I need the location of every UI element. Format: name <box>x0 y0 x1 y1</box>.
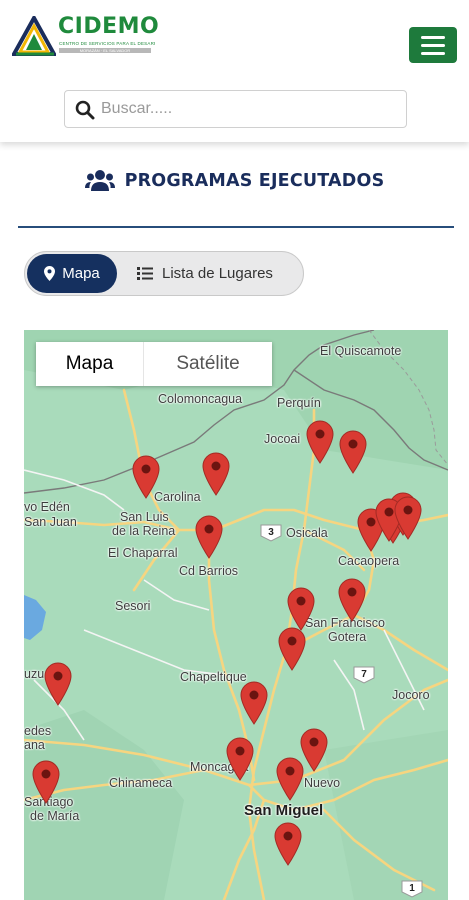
map-type-satellite-button[interactable]: Satélite <box>144 342 272 386</box>
logo-bar: MORAZÁN · EL SALVADOR <box>59 48 151 53</box>
map-label: de la Reina <box>112 524 176 538</box>
cidemo-logo[interactable]: CIDEMO CENTRO DE SERVICIOS PARA EL DESAR… <box>12 14 160 58</box>
menu-button[interactable] <box>409 27 457 63</box>
map-label: de María <box>30 809 80 823</box>
route-shield-number: 1 <box>409 883 415 894</box>
map-label: Cacaopera <box>338 554 400 568</box>
list-view-label: Lista de Lugares <box>162 265 273 282</box>
logo-triangle-icon <box>12 16 56 56</box>
map-label: Colomoncagua <box>158 392 243 406</box>
map-label: uzu <box>24 667 45 681</box>
map-type-map-button[interactable]: Mapa <box>36 342 144 386</box>
route-shield: 3 <box>260 524 282 542</box>
hamburger-icon <box>421 51 445 55</box>
logo-subtitle: CENTRO DE SERVICIOS PARA EL DESARROLLO <box>59 41 155 46</box>
map-type-control: Mapa Satélite <box>36 342 272 386</box>
map-label: San Luis <box>120 510 169 524</box>
map-marker-icon[interactable] <box>287 587 315 631</box>
map-label: Cd Barrios <box>179 564 239 578</box>
users-icon <box>84 170 115 191</box>
map-view-label: Mapa <box>62 265 100 282</box>
site-header: CIDEMO CENTRO DE SERVICIOS PARA EL DESAR… <box>0 0 469 142</box>
route-shield-number: 7 <box>361 669 367 680</box>
map-marker-icon[interactable] <box>240 681 268 725</box>
search-icon <box>75 100 95 120</box>
map-marker-icon[interactable] <box>226 737 254 781</box>
map-marker-icon[interactable] <box>44 662 72 706</box>
map-label: San Miguel <box>244 802 324 819</box>
map-marker-icon[interactable] <box>276 757 304 801</box>
map-label: Carolina <box>154 490 201 504</box>
route-shield: 7 <box>353 666 375 684</box>
search-box[interactable] <box>64 90 407 128</box>
map-pin-icon <box>44 266 56 281</box>
list-icon <box>137 267 153 280</box>
hamburger-icon <box>421 35 445 39</box>
map-marker-icon[interactable] <box>202 452 230 496</box>
section-divider <box>18 226 454 228</box>
map-label: edes <box>24 724 52 738</box>
map-marker-icon[interactable] <box>394 496 422 540</box>
hamburger-icon <box>421 43 445 47</box>
map-label: Jocoro <box>392 688 430 702</box>
map-marker-icon[interactable] <box>132 455 160 499</box>
map-label: Osicala <box>286 526 328 540</box>
map-base <box>24 330 448 900</box>
map-label: Jocoai <box>264 432 301 446</box>
map-view-button[interactable]: Mapa <box>27 254 117 293</box>
map-label: El Chaparral <box>108 546 178 560</box>
map-marker-icon[interactable] <box>278 627 306 671</box>
map-marker-icon[interactable] <box>32 760 60 804</box>
route-shield: 1 <box>401 880 423 898</box>
map-label: Perquín <box>277 396 321 410</box>
map-label: Chapeltique <box>180 670 247 684</box>
list-view-button[interactable]: Lista de Lugares <box>137 254 297 293</box>
section-header: PROGRAMAS EJECUTADOS <box>0 166 469 196</box>
map-label: Sesori <box>115 599 151 613</box>
map-label: San Juan <box>24 515 77 529</box>
map-marker-icon[interactable] <box>306 420 334 464</box>
map-marker-icon[interactable] <box>338 578 366 622</box>
map-marker-icon[interactable] <box>339 430 367 474</box>
map-marker-icon[interactable] <box>195 515 223 559</box>
programs-map[interactable]: Mapa Satélite El Quiscamote Colomoncagua… <box>24 330 448 900</box>
map-label: Gotera <box>328 630 367 644</box>
map-label: vo Edén <box>24 500 70 514</box>
route-shield-number: 3 <box>268 527 274 538</box>
map-marker-icon[interactable] <box>300 728 328 772</box>
view-toggle: Mapa Lista de Lugares <box>24 251 304 296</box>
search-input[interactable] <box>101 95 397 123</box>
logo-bar-text: MORAZÁN · EL SALVADOR <box>79 48 131 53</box>
map-label: Chinameca <box>109 776 173 790</box>
map-label: El Quiscamote <box>320 344 402 358</box>
logo-title: CIDEMO <box>58 14 160 39</box>
map-label: ana <box>24 738 45 752</box>
map-marker-icon[interactable] <box>274 822 302 866</box>
map-label: Nuevo <box>304 776 341 790</box>
section-title: PROGRAMAS EJECUTADOS <box>124 171 385 191</box>
